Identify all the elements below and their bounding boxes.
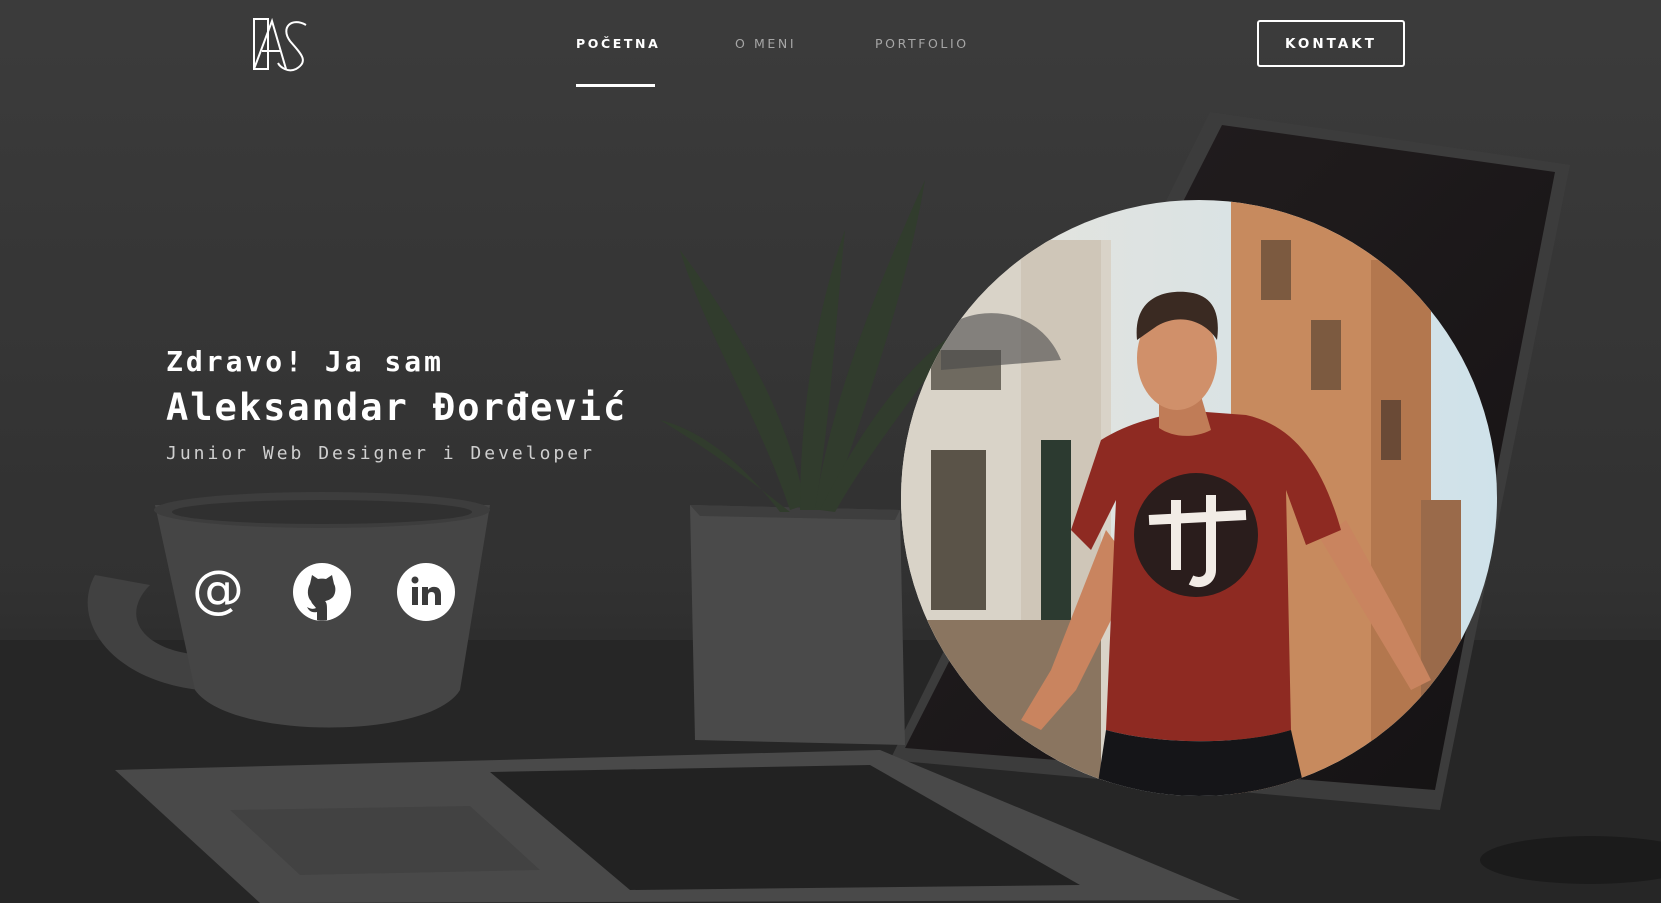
nav-item-portfolio[interactable]: PORTFOLIO [875,36,969,51]
linkedin-link[interactable] [396,562,456,622]
site-header: POČETNA O MENI PORTFOLIO KONTAKT [0,0,1661,100]
linkedin-icon [397,563,455,621]
active-nav-indicator [576,84,655,87]
nav-item-o-meni[interactable]: O MENI [735,36,796,51]
github-icon [293,563,351,621]
contact-button[interactable]: KONTAKT [1257,20,1405,67]
at-sign-icon: @ [192,560,244,620]
email-link[interactable]: @ [188,560,248,622]
hero-role: Junior Web Designer i Developer [166,443,595,464]
hero-name: Aleksandar Đorđević [166,386,628,429]
svg-text:@: @ [192,562,244,620]
hero-greeting: Zdravo! Ja sam [166,345,445,378]
github-link[interactable] [292,562,352,622]
profile-photo [901,200,1497,796]
nav-item-pocetna[interactable]: POČETNA [576,36,660,51]
logo[interactable] [252,17,310,73]
